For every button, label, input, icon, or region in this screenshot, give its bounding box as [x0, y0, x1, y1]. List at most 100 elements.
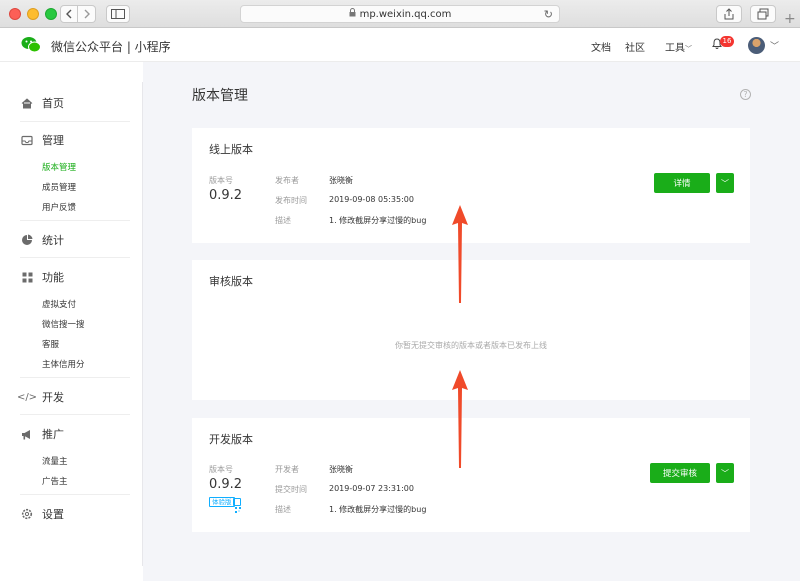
more-options-button[interactable]: ﹀ — [716, 173, 734, 193]
sidebar-item-credit-score[interactable]: 主体信用分 — [42, 358, 85, 370]
chevron-down-icon: ﹀ — [721, 468, 729, 478]
sidebar-item-label: 功能 — [42, 271, 64, 284]
pie-chart-icon — [20, 233, 34, 247]
sidebar-icon — [111, 9, 125, 19]
sidebar-item-settings[interactable]: 设置 — [20, 506, 64, 522]
sidebar-item-advertiser[interactable]: 广告主 — [42, 475, 68, 487]
review-version-card: 审核版本 你暂无提交审核的版本或者版本已发布上线 — [192, 260, 750, 400]
sidebar-divider — [20, 121, 130, 122]
submit-time-label: 提交时间 — [275, 485, 307, 494]
help-icon[interactable]: ? — [740, 89, 751, 100]
avatar[interactable] — [748, 37, 765, 54]
chevron-right-icon — [84, 9, 90, 19]
wechat-logo-icon — [21, 37, 41, 53]
sidebar-item-label: 开发 — [42, 391, 64, 404]
version-number: 0.9.2 — [209, 188, 243, 203]
gear-icon — [20, 507, 34, 521]
version-label: 版本号 — [209, 465, 233, 474]
back-button[interactable] — [60, 5, 78, 23]
sidebar-item-home[interactable]: 首页 — [20, 95, 64, 111]
chevron-down-icon: ﹀ — [685, 45, 692, 53]
megaphone-icon — [20, 427, 34, 441]
notification-badge: 16 — [720, 36, 734, 47]
reload-icon[interactable]: ↻ — [544, 8, 553, 21]
page-title: 版本管理 — [192, 88, 248, 104]
site-title[interactable]: 微信公众平台 | 小程序 — [51, 38, 171, 55]
developer-value: 张晓衡 — [329, 465, 353, 474]
card-title: 开发版本 — [209, 433, 253, 446]
sidebar-item-features[interactable]: 功能 — [20, 269, 64, 285]
sidebar-item-wechat-search[interactable]: 微信搜一搜 — [42, 318, 85, 330]
new-tab-button[interactable]: + — [784, 11, 796, 27]
tabs-icon — [757, 8, 769, 20]
tools-label: 工具 — [665, 43, 685, 54]
sidebar-divider — [20, 414, 130, 415]
qr-code-icon[interactable] — [233, 498, 241, 513]
description-label: 描述 — [275, 505, 291, 514]
description-label: 描述 — [275, 216, 291, 225]
card-title: 线上版本 — [209, 143, 253, 156]
sidebar-item-customer-service[interactable]: 客服 — [42, 338, 59, 350]
description-value: 1. 修改截屏分享过慢的bug — [329, 505, 427, 514]
publish-time-label: 发布时间 — [275, 196, 307, 205]
online-version-card: 线上版本 版本号 0.9.2 发布者 张晓衡 发布时间 2019-09-08 0… — [192, 128, 750, 243]
code-icon: </> — [16, 391, 38, 403]
tools-menu[interactable]: 工具﹀ — [665, 39, 692, 54]
top-navigation: 微信公众平台 | 小程序 文档 社区 工具﹀ 16 ﹀ — [0, 28, 800, 62]
publisher-value: 张晓衡 — [329, 176, 353, 185]
address-bar[interactable]: mp.weixin.qq.com ↻ — [240, 5, 560, 23]
sidebar-toggle-button[interactable] — [106, 5, 130, 23]
annotation-arrow-up-icon — [452, 370, 468, 468]
forward-button[interactable] — [78, 5, 96, 23]
sidebar-item-develop[interactable]: </> 开发 — [16, 389, 64, 405]
lock-icon — [349, 8, 356, 20]
sidebar-item-label: 设置 — [42, 508, 64, 521]
sidebar-item-member-management[interactable]: 成员管理 — [42, 181, 76, 193]
annotation-arrow-up-icon — [452, 205, 468, 303]
share-icon — [724, 8, 734, 20]
docs-link[interactable]: 文档 — [591, 39, 611, 54]
window-maximize-button[interactable] — [45, 8, 57, 20]
window-close-button[interactable] — [9, 8, 21, 20]
tabs-overview-button[interactable] — [750, 5, 776, 23]
sidebar-item-manage[interactable]: 管理 — [20, 132, 64, 148]
sidebar-item-user-feedback[interactable]: 用户反馈 — [42, 201, 76, 213]
more-options-button[interactable]: ﹀ — [716, 463, 734, 483]
sidebar-item-label: 管理 — [42, 134, 64, 147]
submit-time-value: 2019-09-07 23:31:00 — [329, 484, 414, 493]
version-label: 版本号 — [209, 176, 233, 185]
sidebar-divider — [20, 494, 130, 495]
sidebar-item-stats[interactable]: 统计 — [20, 232, 64, 248]
submit-review-button[interactable]: 提交审核 — [650, 463, 710, 483]
publisher-label: 发布者 — [275, 176, 299, 185]
chevron-left-icon — [66, 9, 72, 19]
card-title: 审核版本 — [209, 275, 253, 288]
sidebar-item-label: 首页 — [42, 97, 64, 110]
sidebar-item-label: 推广 — [42, 428, 64, 441]
version-number: 0.9.2 — [209, 477, 243, 492]
sidebar-divider — [20, 257, 130, 258]
chevron-down-icon: ﹀ — [721, 178, 729, 188]
grid-icon — [20, 270, 34, 284]
window-minimize-button[interactable] — [27, 8, 39, 20]
sidebar-item-traffic-master[interactable]: 流量主 — [42, 455, 68, 467]
sidebar-item-version-management[interactable]: 版本管理 — [42, 161, 76, 173]
empty-state-text: 你暂无提交审核的版本或者版本已发布上线 — [395, 341, 547, 350]
sidebar-divider — [20, 220, 130, 221]
browser-toolbar: mp.weixin.qq.com ↻ + — [0, 0, 800, 28]
sidebar-item-virtual-payment[interactable]: 虚拟支付 — [42, 298, 76, 310]
dev-version-card: 开发版本 版本号 0.9.2 体验版 开发者 张晓衡 提交时间 2019-09-… — [192, 418, 750, 532]
chevron-down-icon[interactable]: ﹀ — [770, 39, 779, 52]
inbox-icon — [20, 133, 34, 147]
sidebar-item-label: 统计 — [42, 234, 64, 247]
share-button[interactable] — [716, 5, 742, 23]
developer-label: 开发者 — [275, 465, 299, 474]
sidebar-divider — [20, 377, 130, 378]
trial-version-tag: 体验版 — [209, 497, 235, 507]
description-value: 1. 修改截屏分享过慢的bug — [329, 216, 427, 225]
detail-button[interactable]: 详情 — [654, 173, 710, 193]
sidebar-item-promote[interactable]: 推广 — [20, 426, 64, 442]
home-icon — [20, 96, 34, 110]
publish-time-value: 2019-09-08 05:35:00 — [329, 195, 414, 204]
community-link[interactable]: 社区 — [625, 39, 645, 54]
